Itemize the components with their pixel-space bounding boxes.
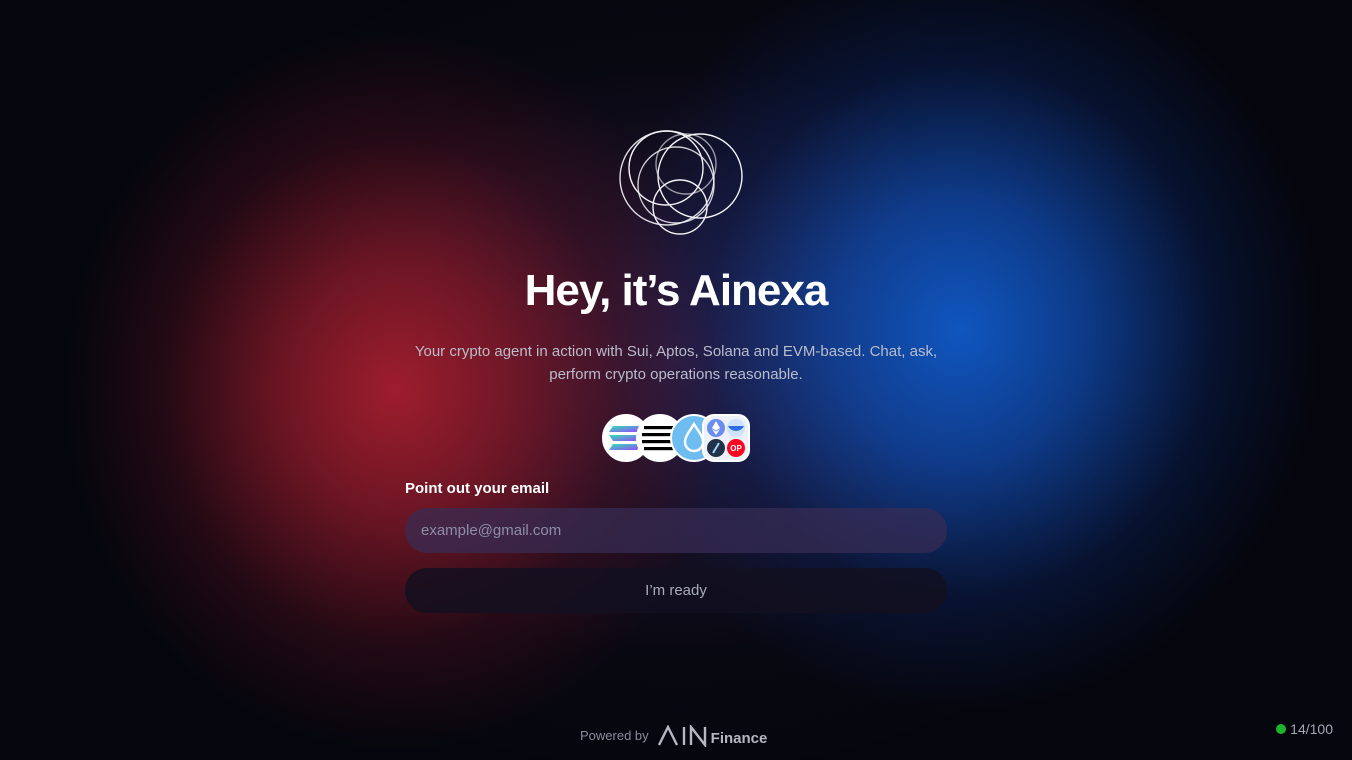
brand-word: Finance xyxy=(710,729,768,747)
status-dot-icon xyxy=(1276,724,1287,734)
email-input[interactable] xyxy=(405,508,947,553)
usage-counter: 14/100 xyxy=(1276,721,1333,737)
page-subtitle: Your crypto agent in action with Sui, Ap… xyxy=(414,343,938,383)
im-ready-button[interactable]: I’m ready xyxy=(405,568,947,613)
powered-by-text: Powered by xyxy=(580,727,649,743)
ain-finance-logo[interactable]: Finance xyxy=(657,724,768,747)
svg-text:OP: OP xyxy=(730,444,742,453)
evm-chains-icon: OP xyxy=(702,414,750,462)
ainexa-logo-icon xyxy=(619,130,743,235)
email-label: Point out your email xyxy=(405,480,550,497)
supported-chains: OP xyxy=(602,414,752,464)
counter-text: 14/100 xyxy=(1290,721,1333,737)
ain-logo-icon xyxy=(657,724,706,747)
powered-by-footer: Powered by Finance xyxy=(580,722,767,748)
page-title: Hey, it’s Ainexa xyxy=(524,266,829,315)
